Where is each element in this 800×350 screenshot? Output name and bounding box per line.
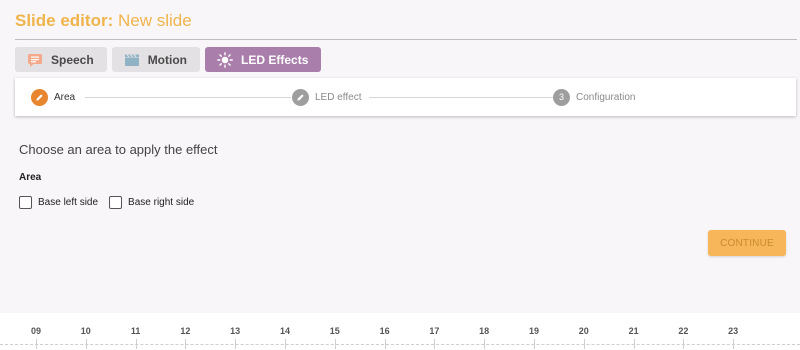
tab-motion[interactable]: Motion — [111, 47, 201, 72]
tab-motion-label: Motion — [147, 52, 188, 67]
checkbox-base-left[interactable]: Base left side — [19, 196, 98, 209]
instruction-text: Choose an area to apply the effect — [19, 142, 218, 157]
step-configuration[interactable]: 3 Configuration — [553, 88, 635, 106]
timeline-tick-label: 12 — [180, 326, 191, 336]
timeline-tick-mark — [36, 339, 37, 349]
timeline-tick-label: 09 — [30, 326, 41, 336]
tab-speech[interactable]: Speech — [15, 47, 107, 72]
page-title: Slide editor: New slide — [15, 11, 192, 31]
step-area-label: Area — [54, 91, 76, 103]
timeline-tick-label: 10 — [80, 326, 91, 336]
timeline-tick-label: 15 — [329, 326, 340, 336]
speech-bubble-icon — [27, 53, 43, 67]
area-section-label: Area — [19, 172, 42, 183]
timeline-tick-mark — [85, 339, 87, 349]
title-label: Slide editor: — [15, 11, 114, 30]
sun-icon — [217, 51, 233, 68]
step-area[interactable]: Area — [31, 88, 75, 106]
clapperboard-icon — [124, 53, 140, 67]
step-number: 3 — [553, 88, 570, 106]
timeline-tick-label: 19 — [528, 326, 539, 336]
timeline-tick-mark — [534, 339, 535, 349]
timeline-tick-label: 23 — [728, 326, 739, 336]
timeline-tick-mark — [633, 339, 635, 349]
timeline-tick-label: 20 — [578, 326, 589, 336]
step-configuration-label: Configuration — [576, 91, 636, 103]
timeline-tick-mark — [484, 339, 486, 349]
step-connector — [369, 97, 553, 98]
timeline-tick-label: 22 — [678, 326, 689, 336]
timeline[interactable]: 09 10 11 12 13 14 15 16 17 18 19 20 21 22 23 — [0, 313, 800, 350]
step-connector — [85, 97, 291, 98]
timeline-tick-mark — [235, 339, 237, 349]
timeline-tick-label: 11 — [130, 326, 141, 336]
checkbox-base-left-label: Base left side — [38, 197, 99, 208]
step-indicator: Area LED effect 3 Configuration — [15, 78, 796, 116]
timeline-tick-mark — [185, 339, 187, 349]
editor-tabs: Speech Motion LED Effects — [15, 47, 322, 72]
checkbox-box[interactable] — [109, 196, 123, 209]
slide-name: New slide — [117, 11, 192, 30]
timeline-tick-label: 18 — [479, 326, 490, 336]
timeline-tick-label: 17 — [429, 326, 440, 336]
step-led-effect[interactable]: LED effect — [292, 88, 362, 106]
checkbox-base-right[interactable]: Base right side — [109, 196, 194, 209]
title-divider — [15, 39, 797, 40]
timeline-tick-mark — [434, 339, 436, 349]
checkbox-base-right-label: Base right side — [128, 197, 195, 208]
tab-led-effects-label: LED Effects — [241, 52, 309, 67]
timeline-tick-label: 16 — [379, 326, 390, 336]
continue-button[interactable]: CONTINUE — [708, 230, 786, 256]
timeline-tick-mark — [583, 339, 585, 349]
timeline-tick-label: 21 — [628, 326, 639, 336]
tab-speech-label: Speech — [51, 52, 94, 67]
timeline-tick-mark — [683, 339, 685, 349]
area-options: Base left side Base right side — [19, 196, 205, 209]
timeline-tick-mark — [135, 339, 137, 349]
timeline-tick-mark — [285, 339, 286, 349]
checkbox-box[interactable] — [19, 196, 32, 209]
timeline-axis — [0, 344, 800, 345]
timeline-tick-label: 14 — [279, 326, 290, 336]
timeline-tick-mark — [334, 339, 336, 349]
pencil-icon — [292, 88, 309, 106]
tab-led-effects[interactable]: LED Effects — [205, 47, 322, 72]
timeline-tick-mark — [384, 339, 386, 349]
timeline-tick-mark — [733, 339, 735, 349]
timeline-tick-label: 13 — [230, 326, 241, 336]
pencil-icon — [31, 88, 48, 106]
step-led-effect-label: LED effect — [315, 91, 362, 103]
